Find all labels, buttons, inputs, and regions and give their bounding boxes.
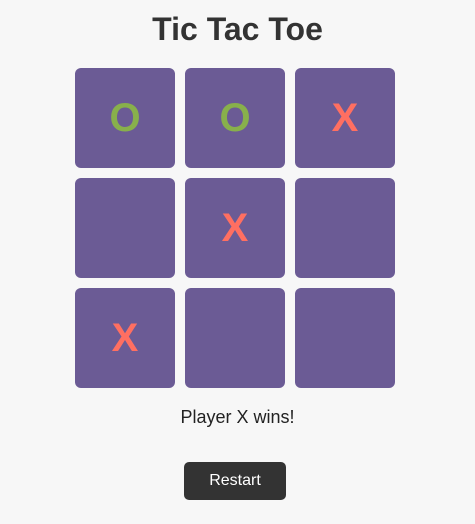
board-cell-9[interactable]: [295, 288, 395, 388]
restart-button[interactable]: Restart: [184, 462, 286, 500]
board-cell-5[interactable]: X: [185, 178, 285, 278]
board-cell-8[interactable]: [185, 288, 285, 388]
board-cell-4[interactable]: [75, 178, 175, 278]
board-cell-2[interactable]: O: [185, 68, 285, 168]
game-page: Tic Tac Toe O O X X X Player X wins! Res…: [0, 0, 475, 524]
board-cell-3[interactable]: X: [295, 68, 395, 168]
board-cell-1[interactable]: O: [75, 68, 175, 168]
board-cell-6[interactable]: [295, 178, 395, 278]
game-status: Player X wins!: [180, 407, 295, 427]
board-cell-7[interactable]: X: [75, 288, 175, 388]
game-board: O O X X X: [75, 68, 395, 388]
page-title: Tic Tac Toe: [152, 11, 323, 47]
